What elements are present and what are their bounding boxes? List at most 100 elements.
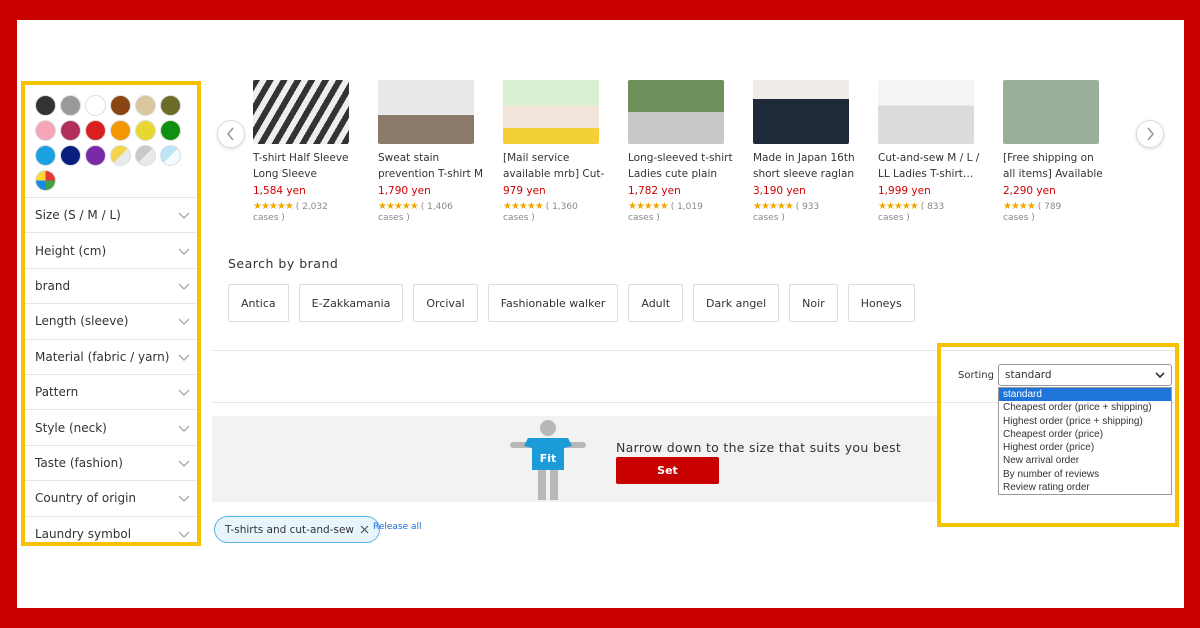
- star-rating-icon: ★★★★★: [503, 201, 544, 212]
- filter-label: Length (sleeve): [35, 314, 129, 329]
- star-rating-icon: ★★★★★: [378, 201, 419, 212]
- chevron-down-icon: [178, 283, 190, 290]
- product-image[interactable]: [1003, 80, 1099, 144]
- product-title[interactable]: [Mail service available mrb] Cut-and-sew…: [503, 150, 609, 182]
- product-title[interactable]: Made in Japan 16th short sleeve raglan c…: [753, 150, 859, 182]
- sort-option[interactable]: standard: [999, 388, 1171, 402]
- filter-label: Taste (fashion): [35, 455, 123, 470]
- sort-option[interactable]: Review rating order: [999, 481, 1171, 494]
- review-unit: cases ): [1003, 213, 1035, 223]
- filter-row[interactable]: Style (neck): [25, 410, 197, 446]
- product-rating: ★★★★ ( 789 cases ): [1003, 201, 1109, 224]
- color-swatch[interactable]: [160, 95, 181, 116]
- sort-options-list: standard Cheapest order (price + shipping…: [998, 387, 1172, 496]
- brand-chip[interactable]: Orcival: [413, 284, 478, 322]
- sort-option[interactable]: Highest order (price + shipping): [999, 415, 1171, 428]
- sort-option[interactable]: Cheapest order (price): [999, 428, 1171, 441]
- chevron-down-icon: [178, 425, 190, 432]
- filter-row[interactable]: Material (fabric / yarn): [25, 340, 197, 375]
- brand-chip[interactable]: Antica: [228, 284, 289, 322]
- brand-chip[interactable]: Fashionable walker: [487, 284, 619, 322]
- brand-chip[interactable]: Noir: [789, 284, 838, 322]
- review-count: ( 789: [1037, 202, 1062, 212]
- color-swatch[interactable]: [135, 120, 156, 141]
- color-swatch[interactable]: [35, 120, 56, 141]
- product-image[interactable]: [378, 80, 474, 144]
- color-swatch[interactable]: [110, 120, 131, 141]
- filter-label: Height (cm): [35, 243, 107, 258]
- sort-option[interactable]: New arrival order: [999, 454, 1171, 467]
- color-swatch[interactable]: [135, 145, 156, 166]
- sort-select[interactable]: standard: [998, 364, 1172, 386]
- color-swatch[interactable]: [35, 170, 56, 191]
- brand-chip[interactable]: E-Zakkamania: [298, 284, 404, 322]
- product-title[interactable]: Cut-and-sew M / L / LL Ladies T-shirt…: [878, 150, 984, 182]
- star-rating-icon: ★★★★★: [753, 201, 794, 212]
- sort-option[interactable]: Cheapest order (price + shipping): [999, 401, 1171, 414]
- brand-chip[interactable]: Adult: [628, 284, 684, 322]
- color-swatch[interactable]: [35, 95, 56, 116]
- filter-sidebar: Size (S / M / L) Height (cm) brand Length (…: [21, 81, 201, 546]
- product-title[interactable]: Sweat stain prevention T-shirt M / L / L…: [378, 150, 484, 182]
- sort-option[interactable]: Highest order (price): [999, 441, 1171, 454]
- filter-row[interactable]: brand: [25, 269, 197, 305]
- sort-option[interactable]: By number of reviews: [999, 468, 1171, 481]
- product-rating: ★★★★★ ( 2,032 cases ): [253, 201, 359, 224]
- product-title[interactable]: [Free shipping on all items] Available i…: [1003, 150, 1109, 182]
- product-image[interactable]: [628, 80, 724, 144]
- sort-selected-value: standard: [1005, 369, 1052, 381]
- color-swatch[interactable]: [85, 145, 106, 166]
- color-swatch[interactable]: [110, 95, 131, 116]
- product-card[interactable]: Sweat stain prevention T-shirt M / L / L…: [378, 80, 484, 224]
- filter-row[interactable]: Pattern: [25, 375, 197, 411]
- brand-chip-list: Antica E-Zakkamania Orcival Fashionable wal…: [228, 284, 915, 322]
- product-title[interactable]: Long-sleeved t-shirt Ladies cute plain b…: [628, 150, 734, 182]
- product-image[interactable]: [878, 80, 974, 144]
- color-swatch[interactable]: [85, 95, 106, 116]
- filter-row[interactable]: Length (sleeve): [25, 304, 197, 340]
- brand-chip[interactable]: Honeys: [847, 284, 915, 322]
- product-title[interactable]: T-shirt Half Sleeve Long Sleeve Ladies…: [253, 150, 359, 182]
- product-image[interactable]: [503, 80, 599, 144]
- page-canvas: Size (S / M / L) Height (cm) brand Length (…: [17, 20, 1184, 608]
- filter-row[interactable]: Taste (fashion): [25, 446, 197, 482]
- product-card[interactable]: [Free shipping on all items] Available i…: [1003, 80, 1109, 224]
- brand-chip[interactable]: Dark angel: [693, 284, 780, 322]
- color-swatch[interactable]: [60, 95, 81, 116]
- fit-set-button[interactable]: Set: [616, 457, 719, 484]
- product-price: 1,782 yen: [628, 185, 681, 197]
- color-swatch[interactable]: [160, 145, 181, 166]
- product-price: 1,584 yen: [253, 185, 306, 197]
- color-swatch[interactable]: [60, 120, 81, 141]
- product-rating: ★★★★★ ( 1,019 cases ): [628, 201, 734, 224]
- product-image[interactable]: [253, 80, 349, 144]
- release-all-link[interactable]: Release all: [373, 522, 422, 532]
- color-swatch[interactable]: [160, 120, 181, 141]
- chevron-down-icon: [178, 354, 190, 361]
- chevron-down-icon: [1155, 372, 1165, 379]
- product-image[interactable]: [753, 80, 849, 144]
- chevron-down-icon: [178, 460, 190, 467]
- color-swatch[interactable]: [60, 145, 81, 166]
- star-rating-icon: ★★★★★: [628, 201, 669, 212]
- product-card[interactable]: [Mail service available mrb] Cut-and-sew…: [503, 80, 609, 224]
- star-rating-icon: ★★★★★: [253, 201, 294, 212]
- color-swatch[interactable]: [35, 145, 56, 166]
- filter-row[interactable]: Height (cm): [25, 233, 197, 269]
- color-swatch[interactable]: [110, 145, 131, 166]
- color-swatch[interactable]: [135, 95, 156, 116]
- filter-row[interactable]: Laundry symbol: [25, 517, 197, 542]
- active-filter-chip[interactable]: T-shirts and cut-and-sew: [214, 516, 381, 543]
- filter-row[interactable]: Size (S / M / L): [25, 198, 197, 234]
- chevron-down-icon: [178, 318, 190, 326]
- product-card[interactable]: Made in Japan 16th short sleeve raglan c…: [753, 80, 859, 224]
- product-card[interactable]: T-shirt Half Sleeve Long Sleeve Ladies… 1…: [253, 80, 359, 224]
- filter-row[interactable]: Country of origin: [25, 481, 197, 517]
- color-swatch[interactable]: [85, 120, 106, 141]
- fit-icon-label: Fit: [540, 452, 557, 465]
- product-card[interactable]: Long-sleeved t-shirt Ladies cute plain b…: [628, 80, 734, 224]
- review-count: ( 2,032: [295, 202, 328, 212]
- product-card[interactable]: Cut-and-sew M / L / LL Ladies T-shirt… 1,…: [878, 80, 984, 224]
- product-rating: ★★★★★ ( 933 cases ): [753, 201, 859, 224]
- close-icon[interactable]: [360, 525, 369, 534]
